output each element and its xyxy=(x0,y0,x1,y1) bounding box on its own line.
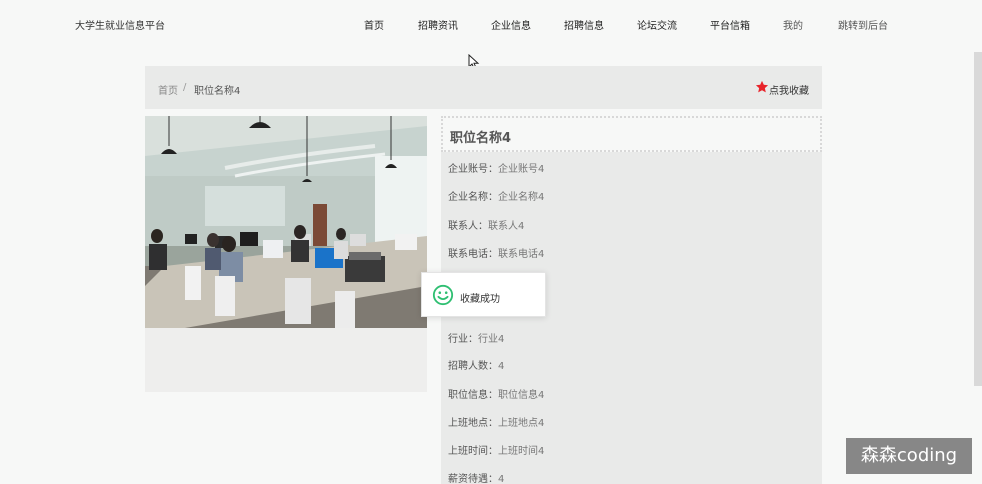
watermark: 森森coding xyxy=(846,438,972,474)
field-key: 薪资待遇： xyxy=(448,474,498,484)
star-icon xyxy=(755,80,769,93)
field-value: 4 xyxy=(498,361,505,372)
top-header: 大学生就业信息平台 首页 招聘资讯 企业信息 招聘信息 论坛交流 平台信箱 我的… xyxy=(0,0,982,48)
field-key: 联系人： xyxy=(448,221,488,232)
breadcrumb-current: 职位名称4 xyxy=(194,86,241,97)
field-value: 上班时间4 xyxy=(498,446,545,457)
field-value: 企业名称4 xyxy=(498,192,545,203)
job-title: 职位名称4 xyxy=(450,131,512,146)
breadcrumb: 首页 / 职位名称4 点我收藏 xyxy=(145,66,822,109)
toast-message: 收藏成功 xyxy=(460,294,500,305)
field-key: 企业账号： xyxy=(448,164,498,175)
field-industry: 行业：行业4 xyxy=(448,330,504,345)
field-job-info: 职位信息：职位信息4 xyxy=(448,386,544,401)
field-company-name: 企业名称：企业名称4 xyxy=(448,188,544,203)
field-headcount: 招聘人数：4 xyxy=(448,357,504,372)
nav-item-recruit-news[interactable]: 招聘资讯 xyxy=(418,17,458,32)
field-key: 联系电话： xyxy=(448,249,498,260)
field-key: 职位信息： xyxy=(448,390,498,401)
field-value: 联系电话4 xyxy=(498,249,545,260)
field-key: 企业名称： xyxy=(448,192,498,203)
breadcrumb-home[interactable]: 首页 xyxy=(158,82,178,97)
field-company-account: 企业账号：企业账号4 xyxy=(448,160,544,175)
page-scrollbar[interactable] xyxy=(974,52,982,386)
field-value: 联系人4 xyxy=(488,221,525,232)
success-toast: 收藏成功 xyxy=(421,272,546,317)
field-value: 企业账号4 xyxy=(498,164,545,175)
nav-item-mine[interactable]: 我的 xyxy=(783,17,803,32)
field-value: 4 xyxy=(498,474,505,484)
field-work-location: 上班地点：上班地点4 xyxy=(448,414,544,429)
field-salary: 薪资待遇：4 xyxy=(448,470,504,484)
nav-item-mailbox[interactable]: 平台信箱 xyxy=(710,17,750,32)
main-nav: 首页 招聘资讯 企业信息 招聘信息 论坛交流 平台信箱 我的 跳转到后台 xyxy=(0,17,982,32)
office-photo xyxy=(145,116,427,328)
field-value: 行业4 xyxy=(478,334,505,345)
nav-item-job-info[interactable]: 招聘信息 xyxy=(564,17,604,32)
field-key: 上班地点： xyxy=(448,418,498,429)
nav-item-admin[interactable]: 跳转到后台 xyxy=(838,17,888,32)
nav-item-home[interactable]: 首页 xyxy=(364,17,384,32)
nav-item-company-info[interactable]: 企业信息 xyxy=(491,17,531,32)
field-value: 上班地点4 xyxy=(498,418,545,429)
field-key: 上班时间： xyxy=(448,446,498,457)
job-title-box: 职位名称4 xyxy=(441,116,822,152)
field-key: 招聘人数： xyxy=(448,361,498,372)
smile-icon xyxy=(432,284,454,306)
breadcrumb-separator: / xyxy=(183,82,187,93)
job-image-panel xyxy=(145,116,427,392)
favorite-label: 点我收藏 xyxy=(769,86,809,97)
field-value: 职位信息4 xyxy=(498,390,545,401)
nav-item-forum[interactable]: 论坛交流 xyxy=(637,17,677,32)
field-contact-person: 联系人：联系人4 xyxy=(448,217,524,232)
field-contact-phone: 联系电话：联系电话4 xyxy=(448,245,544,260)
field-work-time: 上班时间：上班时间4 xyxy=(448,442,544,457)
field-key: 行业： xyxy=(448,334,478,345)
